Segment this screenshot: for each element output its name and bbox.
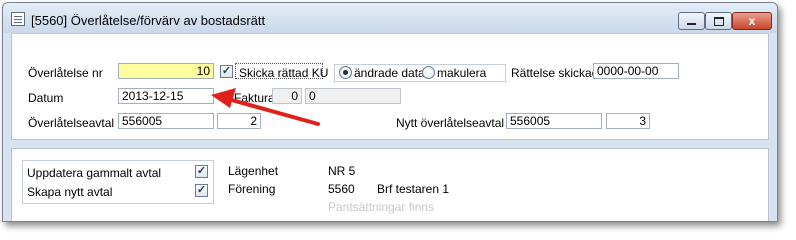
red-arrow-icon bbox=[211, 88, 320, 126]
arrow-head bbox=[211, 88, 236, 108]
arrow-shaft bbox=[226, 97, 320, 126]
